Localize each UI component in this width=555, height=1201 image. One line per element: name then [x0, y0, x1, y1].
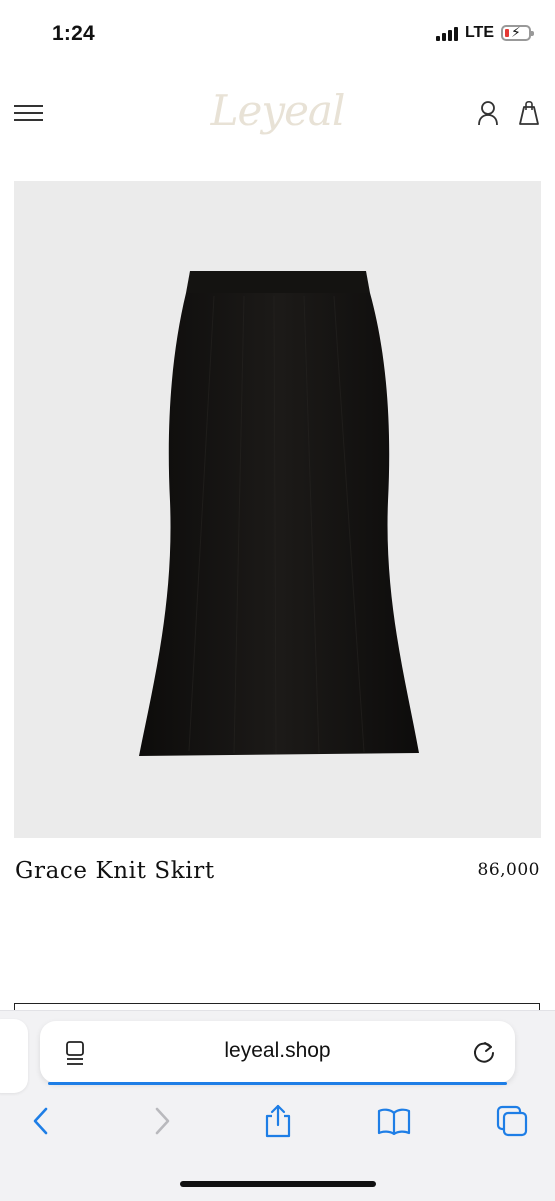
- signal-bars-icon: [435, 25, 458, 41]
- site-logo[interactable]: Leyeal: [200, 86, 355, 135]
- book-icon[interactable]: [376, 1103, 412, 1139]
- product-image[interactable]: [14, 181, 541, 838]
- tabs-icon[interactable]: [494, 1103, 530, 1139]
- previous-tab-preview[interactable]: [0, 1019, 28, 1093]
- status-indicators: LTE ⚡: [435, 24, 534, 42]
- battery-icon: ⚡: [501, 24, 534, 41]
- status-time: 1:24: [52, 22, 95, 45]
- loading-progress-bar: [48, 1082, 507, 1085]
- product-price: 86,000: [477, 860, 540, 880]
- black-knit-skirt-image: [139, 271, 419, 756]
- user-icon[interactable]: [475, 98, 501, 128]
- address-bar[interactable]: leyeal.shop: [40, 1021, 515, 1085]
- status-bar: 1:24 LTE ⚡: [0, 0, 555, 72]
- site-header: Leyeal: [0, 72, 555, 162]
- url-text: leyeal.shop: [224, 1039, 331, 1062]
- network-type: LTE: [464, 24, 494, 41]
- share-icon[interactable]: [260, 1103, 296, 1139]
- product-name: Grace Knit Skirt: [15, 858, 215, 884]
- chevron-left-icon[interactable]: [24, 1103, 60, 1139]
- home-indicator[interactable]: [180, 1181, 376, 1187]
- reload-icon[interactable]: [470, 1038, 498, 1066]
- hamburger-menu-icon[interactable]: [14, 103, 44, 123]
- browser-chrome: leyeal.shop: [0, 1010, 555, 1201]
- chevron-right-icon[interactable]: [143, 1103, 179, 1139]
- shopping-bag-icon[interactable]: [516, 98, 542, 128]
